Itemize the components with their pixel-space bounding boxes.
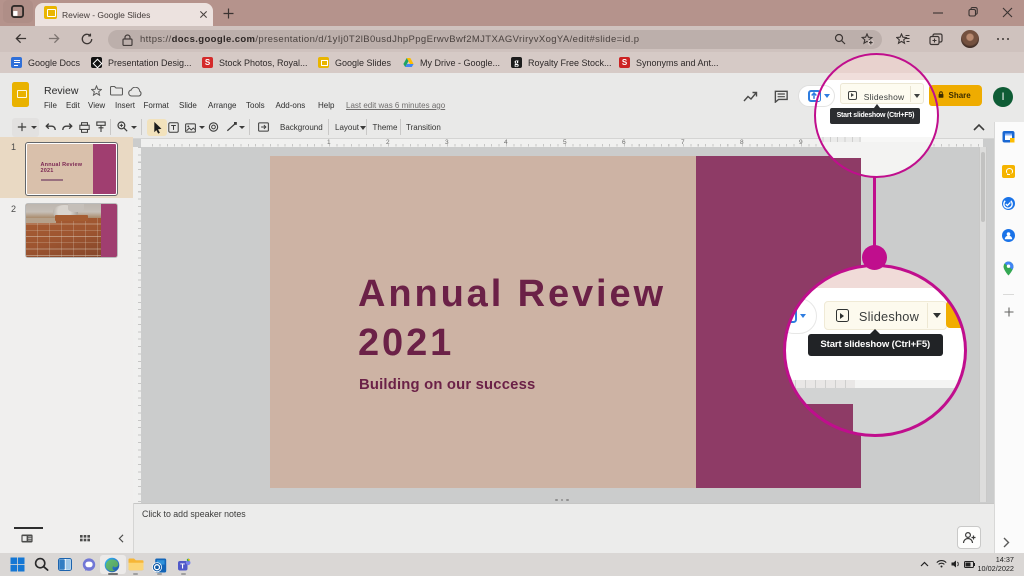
svg-text:T: T	[180, 561, 185, 570]
